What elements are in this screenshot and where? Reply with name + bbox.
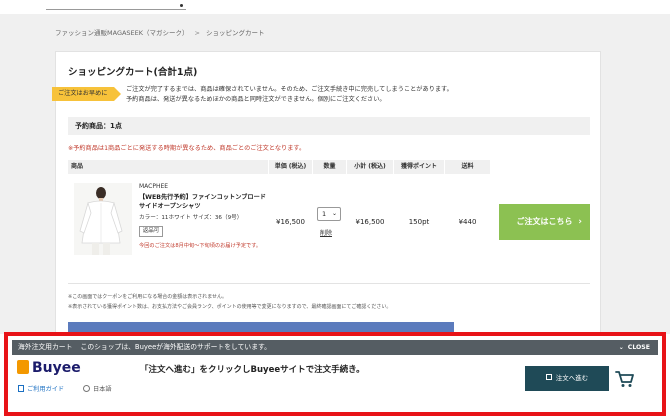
delete-link[interactable]: 削除 [320,228,332,237]
buyee-guide-link[interactable]: ご利用ガイド [18,384,64,393]
buyee-close-label: CLOSE [627,344,650,351]
product-name-link[interactable]: 【WEB先行予約】ファインコットンブロードサイドオープンシャツ [139,193,267,211]
column-header-points: 獲得ポイント [394,160,444,174]
unit-price: ¥16,500 [276,218,305,226]
shipping-schedule-note: 今回のご注文は8月中旬～下旬頃のお届け予定です。 [139,243,262,249]
section-divider [68,283,590,284]
guide-icon [18,385,24,392]
column-header-price: 単価 (税込) [269,160,312,174]
buyee-logo-mark-icon [17,360,29,374]
footnote-points: ※表示されている獲得ポイント数は、お支払方法やご会員ランク、ポイントの使用等で変… [68,304,392,310]
earned-points: 150pt [408,218,430,226]
subtotal: ¥16,500 [355,218,385,226]
product-brand: MACPHEE [139,183,169,190]
notice-text: ご注文が完了するまでは、商品は確保されていません。そのため、ご注文手続き中に完売… [126,85,453,105]
cart-icon[interactable] [615,370,635,388]
preorder-section-header: 予約商品：1点 [68,117,590,135]
external-link-icon [545,374,552,380]
breadcrumb-current: ショッピングカート [205,29,265,37]
buyee-close-button[interactable]: ⌄ CLOSE [619,340,650,355]
globe-icon [83,385,90,392]
language-selector[interactable]: 日本語 [83,384,112,393]
order-button-label: ご注文はこちら [516,217,573,226]
returnable-badge: 返品可 [139,226,163,237]
chevron-right-icon: › [578,217,582,227]
top-header-strip [0,0,670,14]
buyee-top-message: このショップは、Buyeeが海外配送のサポートをしています。 [80,343,271,351]
header-dot [180,4,183,7]
notice-badge: ご注文はお早めに [52,87,121,101]
proceed-to-order-label: 注文へ進む [555,374,589,382]
header-underline [46,9,186,10]
quantity-select[interactable]: 1 ⌄ [317,207,341,221]
footnote-coupon: ※この画面ではクーポンをご利用になる場合の金額は表示されません。 [68,294,228,300]
buyee-message: 「注文へ進む」をクリックしBuyeeサイトで注文手続き。 [140,365,365,375]
buyee-top-bar: 海外注文用カート このショップは、Buyeeが海外配送のサポートをしています。 … [12,340,658,355]
quantity-value: 1 [322,210,327,218]
notice-line-1: ご注文が完了するまでは、商品は確保されていません。そのため、ご注文手続き中に完売… [126,86,453,93]
breadcrumb-separator: > [194,29,200,37]
proceed-to-order-button[interactable]: 注文へ進む [525,366,609,391]
column-header-subtotal: 小計 (税込) [347,160,393,174]
product-image[interactable] [74,183,132,255]
column-header-shipping: 送料 [445,160,490,174]
column-header-item: 商品 [68,160,268,174]
breadcrumb: ファッション通販MAGASEEK（マガシーク） > ショッピングカート [55,27,264,37]
order-button[interactable]: ご注文はこちら › [499,204,590,240]
breadcrumb-home-link[interactable]: ファッション通販MAGASEEK（マガシーク） [55,29,189,37]
language-label: 日本語 [93,386,112,393]
product-attributes: カラー：11ホワイト サイズ：36（9号） [139,215,243,221]
buyee-guide-label: ご利用ガイド [27,386,65,393]
shipping-fee: ¥440 [458,218,477,226]
buyee-logo-text: Buyee [32,360,81,376]
select-chevron-icon: ⌄ [331,210,337,217]
buyee-logo: Buyee [17,360,81,378]
preorder-warning: ※予約商品は1商品ごとに発送する時期が異なるため、商品ごとのご注文となります。 [68,145,306,152]
notice-line-2: 予約商品は、発送が異なるためほかの商品と同時注文ができません。個別にご注文くださ… [126,96,386,103]
close-chevron-icon: ⌄ [618,344,624,351]
page-title: ショッピングカート(合計1点) [68,67,198,78]
buyee-top-label: 海外注文用カート [18,343,73,351]
column-header-qty: 数量 [313,160,346,174]
